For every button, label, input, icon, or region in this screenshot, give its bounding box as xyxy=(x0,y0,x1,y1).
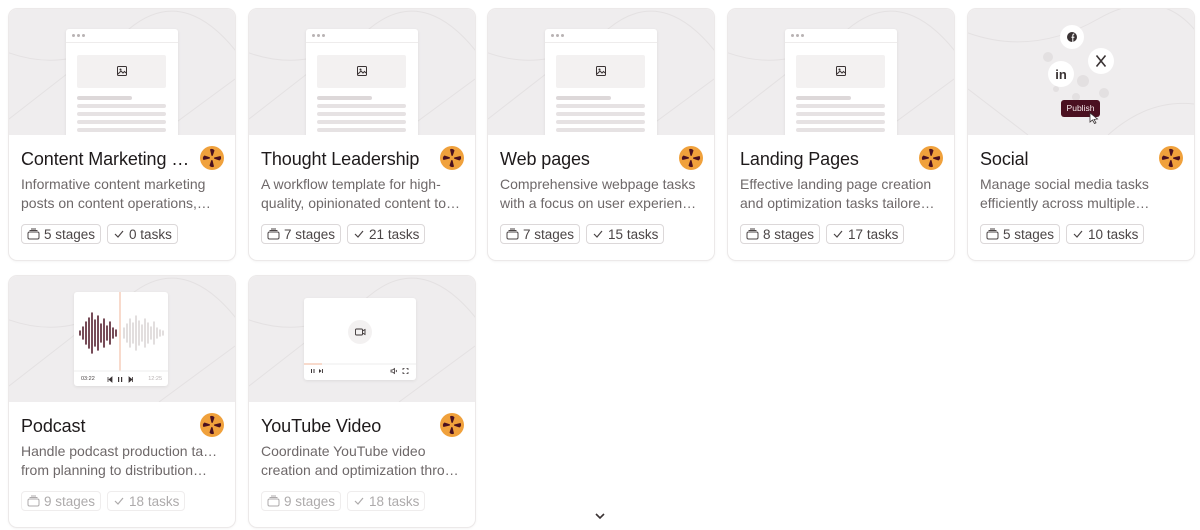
image-icon xyxy=(596,66,606,76)
stack-icon xyxy=(27,228,40,240)
x-icon xyxy=(1088,48,1114,74)
check-icon xyxy=(1073,230,1083,238)
tasks-badge: 10 tasks xyxy=(1066,224,1145,244)
template-card-youtube-video[interactable]: YouTube Video Coordinate YouTube video cr… xyxy=(249,276,475,527)
card-description: Effective landing page creation and optim… xyxy=(740,176,940,211)
tasks-badge: 15 tasks xyxy=(586,224,665,244)
card-description: A workflow template for high-quality, op… xyxy=(261,176,460,211)
stack-icon xyxy=(27,495,40,507)
document-preview xyxy=(785,29,897,135)
card-title: Social xyxy=(980,149,1029,169)
fullscreen-icon xyxy=(402,368,409,374)
card-title: YouTube Video xyxy=(261,416,382,436)
image-icon xyxy=(836,66,846,76)
check-icon xyxy=(833,230,843,238)
card-description: Handle podcast production tasks from plan… xyxy=(21,443,221,478)
stack-icon xyxy=(986,228,999,240)
card-description: Coordinate YouTube video creation and opt… xyxy=(261,443,461,478)
stack-icon xyxy=(506,228,519,240)
card-title: Thought Leadership xyxy=(261,149,420,169)
check-icon xyxy=(114,230,124,238)
tasks-badge: 17 tasks xyxy=(826,224,905,244)
image-icon xyxy=(117,66,127,76)
brand-flower-icon xyxy=(440,413,464,437)
template-card-podcast[interactable]: 03:22 12:25 Podcast Handle podcast produ… xyxy=(9,276,235,527)
stack-icon xyxy=(267,495,280,507)
card-description: Comprehensive webpage tasks with a focus … xyxy=(500,176,700,211)
check-icon xyxy=(354,230,364,238)
brand-flower-icon xyxy=(440,146,464,170)
stages-badge: 7 stages xyxy=(500,224,581,244)
stages-badge: 9 stages xyxy=(261,491,342,511)
stages-badge: 7 stages xyxy=(261,224,342,244)
tasks-badge: 21 tasks xyxy=(347,224,426,244)
tasks-badge: 0 tasks xyxy=(107,224,178,244)
video-player-preview xyxy=(304,298,416,380)
card-title: Web pages xyxy=(500,149,590,169)
check-icon xyxy=(354,497,364,505)
card-thumbnail xyxy=(9,9,235,135)
check-icon xyxy=(114,497,124,505)
brand-flower-icon xyxy=(1159,146,1183,170)
brand-flower-icon xyxy=(200,413,224,437)
facebook-icon xyxy=(1060,25,1084,49)
card-thumbnail: 03:22 12:25 xyxy=(9,276,235,402)
stages-badge: 9 stages xyxy=(21,491,102,511)
cursor-icon xyxy=(1089,112,1099,124)
card-thumbnail xyxy=(249,276,475,402)
template-card-web-pages[interactable]: Web pages Comprehensive webpage tasks wit… xyxy=(488,9,714,260)
waveform xyxy=(74,292,168,383)
svg-text:in: in xyxy=(1055,67,1067,82)
tasks-badge: 18 tasks xyxy=(107,491,186,511)
document-preview xyxy=(66,29,178,135)
card-title: Podcast xyxy=(21,416,86,436)
check-icon xyxy=(593,230,603,238)
stack-icon xyxy=(267,228,280,240)
template-card-content-marketing[interactable]: Content Marketing … Informative content … xyxy=(9,9,235,260)
card-description: Informative content marketing posts on co… xyxy=(21,176,211,211)
stages-badge: 5 stages xyxy=(980,224,1061,244)
volume-icon xyxy=(390,367,397,375)
brand-flower-icon xyxy=(919,146,943,170)
playback-controls xyxy=(311,369,323,373)
stages-badge: 5 stages xyxy=(21,224,102,244)
card-thumbnail xyxy=(249,9,475,135)
brand-flower-icon xyxy=(679,146,703,170)
template-card-landing-pages[interactable]: Landing Pages Effective landing page cre… xyxy=(728,9,954,260)
tasks-badge: 18 tasks xyxy=(347,491,426,511)
card-thumbnail: in Publish xyxy=(968,9,1194,135)
document-preview xyxy=(545,29,657,135)
playback-controls xyxy=(107,376,133,383)
card-thumbnail xyxy=(728,9,954,135)
document-preview xyxy=(306,29,418,135)
template-card-social[interactable]: in Publish Social Manage social media ta… xyxy=(968,9,1194,260)
chevron-down-icon[interactable] xyxy=(594,512,606,520)
brand-flower-icon xyxy=(200,146,224,170)
linkedin-icon: in xyxy=(1048,61,1074,87)
stack-icon xyxy=(746,228,759,240)
card-title: Content Marketing … xyxy=(21,149,190,169)
audio-player-preview: 03:22 12:25 xyxy=(74,292,168,386)
template-card-thought-leadership[interactable]: Thought Leadership A workflow template f… xyxy=(249,9,475,260)
stages-badge: 8 stages xyxy=(740,224,821,244)
current-time: 03:22 xyxy=(81,376,95,382)
card-thumbnail xyxy=(488,9,714,135)
total-time: 12:25 xyxy=(148,376,162,382)
card-title: Landing Pages xyxy=(740,149,859,169)
image-icon xyxy=(357,66,367,76)
card-description: Manage social media tasks efficiently acr… xyxy=(980,176,1150,211)
